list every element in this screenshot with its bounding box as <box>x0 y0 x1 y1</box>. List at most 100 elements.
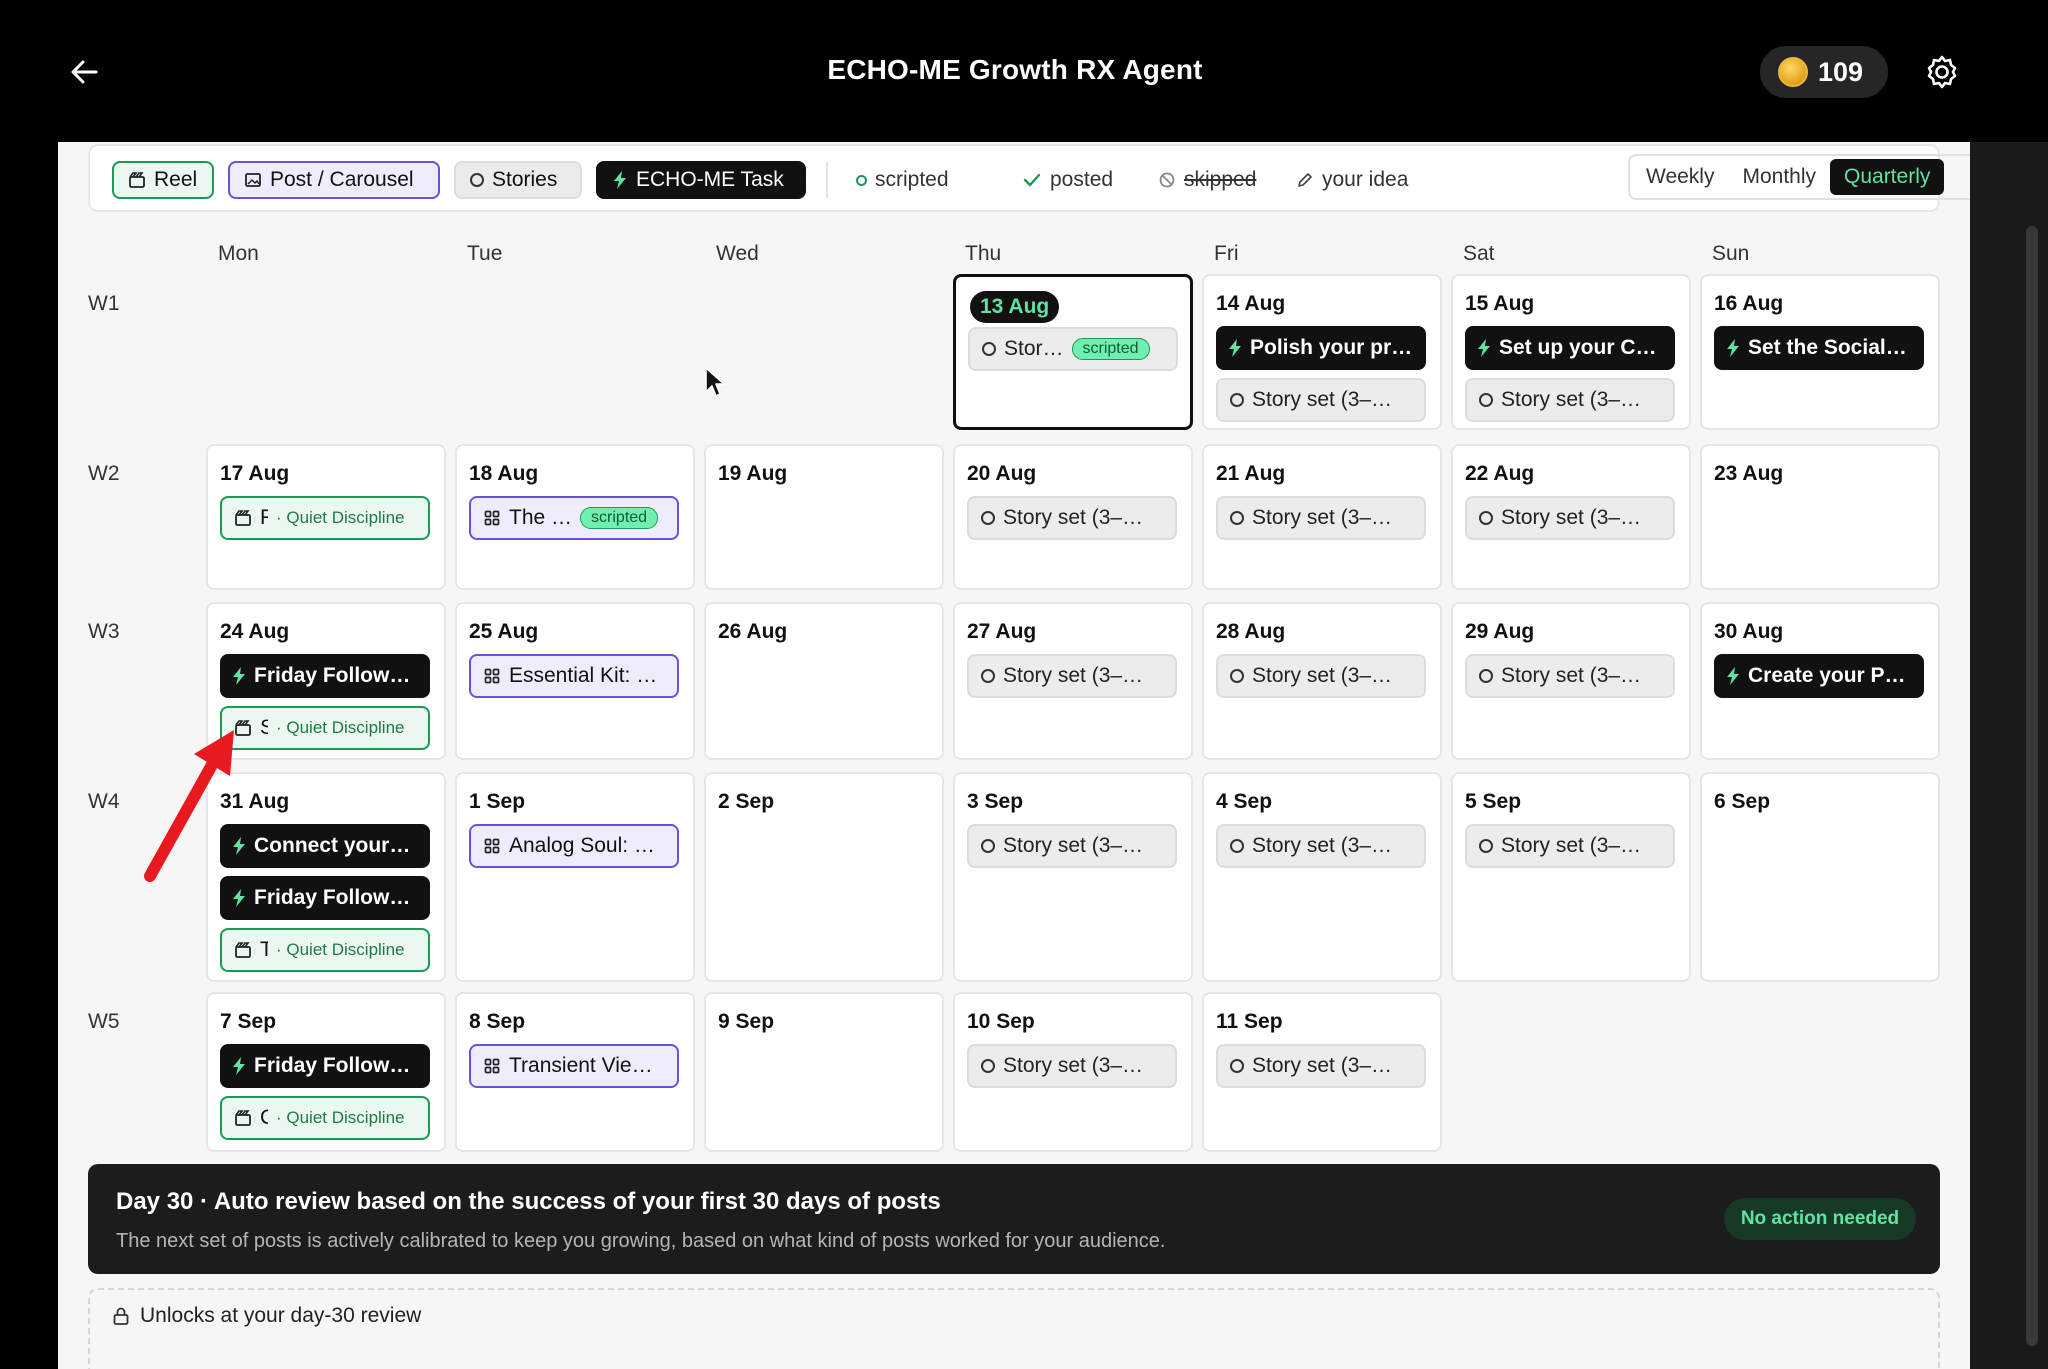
coin-balance-button[interactable]: 109 <box>1760 46 1888 98</box>
task-event[interactable]: Create your P… <box>1714 654 1924 698</box>
calendar-day[interactable]: 5 Sep Story set (3–… <box>1451 772 1691 982</box>
calendar-day[interactable]: 28 Aug Story set (3–… <box>1202 602 1442 760</box>
legend-scripted[interactable]: scripted <box>856 164 949 196</box>
task-event[interactable]: Set up your C… <box>1465 326 1675 370</box>
calendar-day[interactable]: 9 Sep <box>704 992 944 1152</box>
calendar-day[interactable]: 3 Sep Story set (3–… <box>953 772 1193 982</box>
calendar-day[interactable]: 21 Aug Story set (3–… <box>1202 444 1442 590</box>
gear-icon[interactable] <box>1922 52 1962 92</box>
tab-monthly[interactable]: Monthly <box>1728 159 1830 195</box>
circle-icon <box>1230 1059 1244 1073</box>
calendar-day[interactable]: 16 Aug Set the Social… <box>1700 274 1940 430</box>
legend-idea[interactable]: your idea <box>1296 164 1408 196</box>
story-event[interactable]: Story set (3–… <box>1216 654 1426 698</box>
coin-icon <box>1778 57 1808 87</box>
legend-skipped-label: skipped <box>1184 168 1257 191</box>
event-title: T <box>260 938 268 962</box>
story-event[interactable]: Story set (3–… <box>1465 496 1675 540</box>
task-event[interactable]: Friday Follow… <box>220 876 430 920</box>
calendar-day[interactable]: 18 Aug The … scripted <box>455 444 695 590</box>
calendar-day[interactable]: 1 Sep Analog Soul: … <box>455 772 695 982</box>
calendar-day[interactable]: 6 Sep <box>1700 772 1940 982</box>
calendar-day-today[interactable]: 13 Aug Stor… scripted <box>953 274 1193 430</box>
calendar-day[interactable]: 22 Aug Story set (3–… <box>1451 444 1691 590</box>
calendar-day[interactable]: 2 Sep <box>704 772 944 982</box>
post-event[interactable]: Essential Kit: … <box>469 654 679 698</box>
task-event[interactable]: Friday Follow… <box>220 654 430 698</box>
post-event[interactable]: Analog Soul: … <box>469 824 679 868</box>
filter-task-chip[interactable]: ECHO-ME Task <box>596 161 806 199</box>
calendar-day[interactable]: 31 Aug Connect your… Friday Follow… T · Quie… <box>206 772 446 982</box>
task-event[interactable]: Friday Follow… <box>220 1044 430 1088</box>
review-title: Day 30 · Auto review based on the succes… <box>116 1188 941 1215</box>
event-title: Story set (3–… <box>1501 388 1642 411</box>
calendar-day[interactable]: 30 Aug Create your P… <box>1700 602 1940 760</box>
circle-icon <box>1230 669 1244 683</box>
legend-skipped[interactable]: skipped <box>1158 164 1256 196</box>
reel-event[interactable]: F · Quiet Discipline <box>220 496 430 540</box>
scrollbar-thumb[interactable] <box>2026 226 2038 1346</box>
story-event[interactable]: Story set (3–… <box>967 654 1177 698</box>
calendar-day[interactable]: 11 Sep Story set (3–… <box>1202 992 1442 1152</box>
lightning-icon <box>1727 339 1739 357</box>
story-event[interactable]: Story set (3–… <box>1465 378 1675 422</box>
calendar-day[interactable]: 10 Sep Story set (3–… <box>953 992 1193 1152</box>
day-date: 8 Sep <box>469 1010 526 1033</box>
reel-event[interactable]: S · Quiet Discipline <box>220 706 430 750</box>
filter-post-chip[interactable]: Post / Carousel <box>228 161 440 199</box>
calendar-day[interactable]: 20 Aug Story set (3–… <box>953 444 1193 590</box>
task-event[interactable]: Connect your… <box>220 824 430 868</box>
divider <box>826 162 828 198</box>
story-event[interactable]: Story set (3–… <box>1216 496 1426 540</box>
calendar-day[interactable]: 19 Aug <box>704 444 944 590</box>
filter-stories-chip[interactable]: Stories <box>454 161 582 199</box>
post-event[interactable]: The … scripted <box>469 496 679 540</box>
calendar-day[interactable]: 24 Aug Friday Follow… S · Quiet Discipline <box>206 602 446 760</box>
filter-post-label: Post / Carousel <box>270 168 414 191</box>
calendar-day[interactable]: 29 Aug Story set (3–… <box>1451 602 1691 760</box>
reel-event[interactable]: T · Quiet Discipline <box>220 928 430 972</box>
clapper-icon <box>235 720 251 736</box>
event-title: Friday Follow… <box>254 886 411 909</box>
event-title: Set up your C… <box>1499 336 1657 359</box>
circle-icon <box>981 669 995 683</box>
calendar-day[interactable]: 4 Sep Story set (3–… <box>1202 772 1442 982</box>
task-event[interactable]: Polish your pr… <box>1216 326 1426 370</box>
circle-icon <box>470 173 484 187</box>
calendar-day[interactable]: 17 Aug F · Quiet Discipline <box>206 444 446 590</box>
check-icon <box>1023 173 1041 187</box>
reel-event[interactable]: C · Quiet Discipline <box>220 1096 430 1140</box>
post-event[interactable]: Transient Vie… <box>469 1044 679 1088</box>
filter-reel-chip[interactable]: Reel <box>112 161 214 199</box>
calendar-day[interactable]: 7 Sep Friday Follow… C · Quiet Discipline <box>206 992 446 1152</box>
story-event[interactable]: Story set (3–… <box>1216 1044 1426 1088</box>
task-event[interactable]: Set the Social… <box>1714 326 1924 370</box>
day-date: 2 Sep <box>718 790 775 813</box>
story-event[interactable]: Story set (3–… <box>967 824 1177 868</box>
legend-posted[interactable]: posted <box>1022 164 1113 196</box>
calendar-day[interactable]: 26 Aug <box>704 602 944 760</box>
story-event[interactable]: Stor… scripted <box>968 327 1178 371</box>
event-title: Stor… <box>1004 337 1064 360</box>
calendar-day[interactable]: 14 Aug Polish your pr… Story set (3–… <box>1202 274 1442 430</box>
calendar-day[interactable]: 8 Sep Transient Vie… <box>455 992 695 1152</box>
story-event[interactable]: Story set (3–… <box>967 1044 1177 1088</box>
calendar-day[interactable]: 25 Aug Essential Kit: … <box>455 602 695 760</box>
calendar-day[interactable]: 27 Aug Story set (3–… <box>953 602 1193 760</box>
locked-section: Unlocks at your day-30 review <box>88 1288 1940 1369</box>
day-date: 20 Aug <box>967 462 1037 485</box>
lightning-icon <box>1229 339 1241 357</box>
story-event[interactable]: Story set (3–… <box>1465 654 1675 698</box>
calendar-day[interactable]: 23 Aug <box>1700 444 1940 590</box>
story-event[interactable]: Story set (3–… <box>1216 378 1426 422</box>
story-event[interactable]: Story set (3–… <box>1465 824 1675 868</box>
tab-weekly[interactable]: Weekly <box>1632 159 1728 195</box>
calendar-day[interactable]: 15 Aug Set up your C… Story set (3–… <box>1451 274 1691 430</box>
story-event[interactable]: Story set (3–… <box>967 496 1177 540</box>
day-header-mon: Mon <box>218 242 259 265</box>
story-event[interactable]: Story set (3–… <box>1216 824 1426 868</box>
coin-count: 109 <box>1818 56 1864 87</box>
tab-quarterly[interactable]: Quarterly <box>1830 159 1945 195</box>
ban-icon <box>1159 172 1175 188</box>
circle-icon <box>1479 669 1493 683</box>
